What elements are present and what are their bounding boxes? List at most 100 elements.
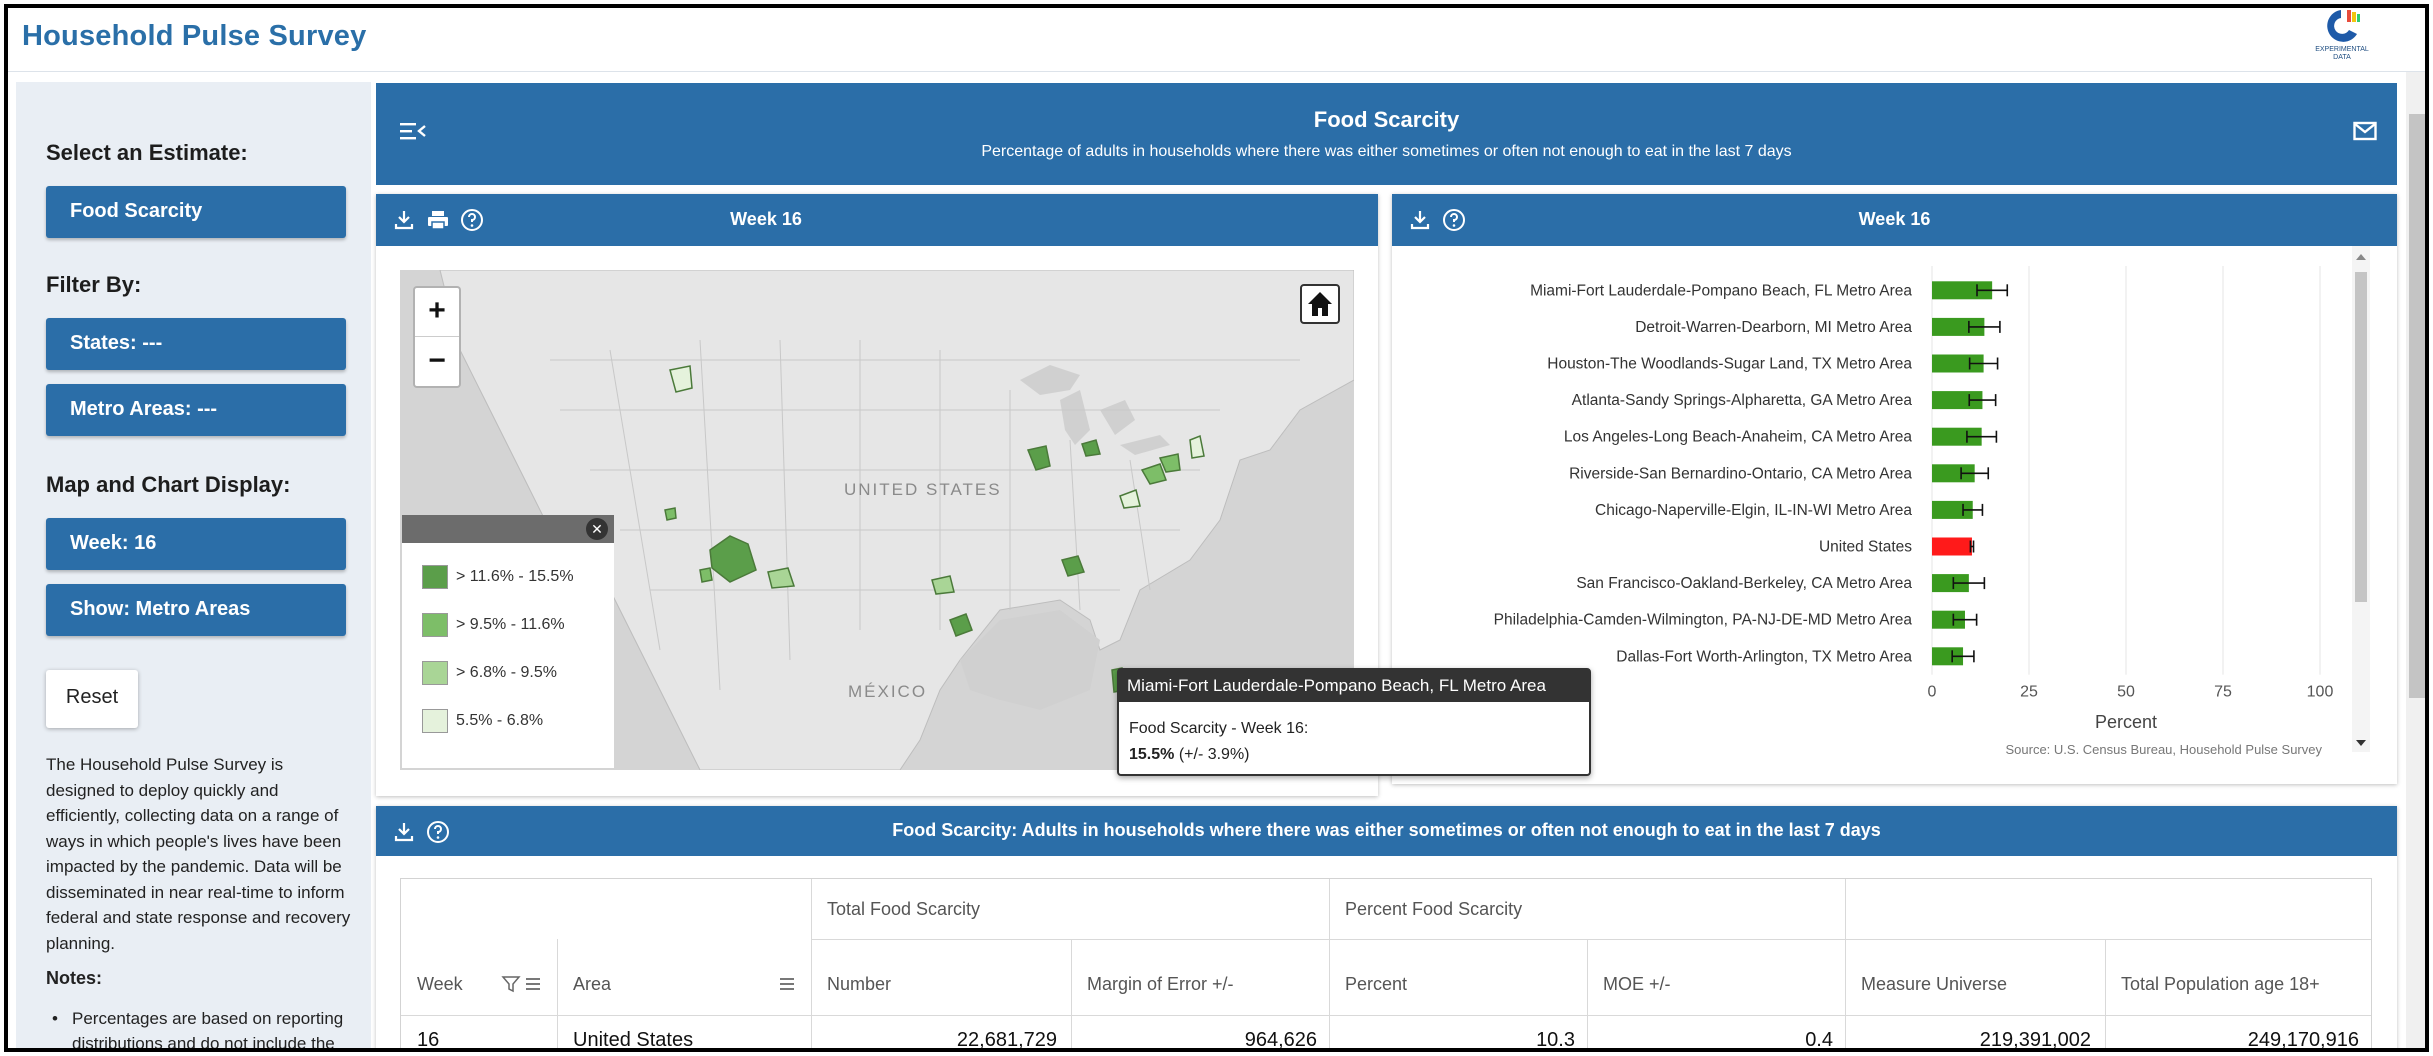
metro-areas-filter-button[interactable]: Metro Areas: --- <box>46 384 346 436</box>
column-header-percent[interactable]: Percent <box>1345 974 1407 995</box>
legend-swatch <box>422 613 448 637</box>
census-logo: EXPERIMENTAL DATA <box>2307 8 2377 64</box>
cell-percent: 10.3 <box>1536 1029 1575 1051</box>
cell-area: United States <box>573 1029 694 1051</box>
table-divider <box>557 939 558 1048</box>
cell-percent-moe: 0.4 <box>1805 1029 1833 1051</box>
page-scrollbar[interactable] <box>2406 72 2425 1048</box>
x-tick-label: 25 <box>2020 684 2038 701</box>
home-button[interactable] <box>1300 284 1340 324</box>
category-label: Detroit-Warren-Dearborn, MI Metro Area <box>1635 319 1912 336</box>
cell-moe: 964,626 <box>1244 1029 1317 1051</box>
legend-label: > 11.6% - 15.5% <box>456 568 574 585</box>
legend-close-icon[interactable]: ✕ <box>586 518 608 540</box>
map-panel-title: Week 16 <box>730 209 802 229</box>
x-tick-label: 100 <box>2307 684 2334 701</box>
category-label: Miami-Fort Lauderdale-Pompano Beach, FL … <box>1530 282 1912 299</box>
table-panel: Food Scarcity: Adults in households wher… <box>376 806 2397 1051</box>
group-header-percent: Percent Food Scarcity <box>1345 899 1523 919</box>
column-header-number[interactable]: Number <box>827 974 891 995</box>
chart-panel-title: Week 16 <box>1858 209 1931 229</box>
week-button[interactable]: Week: 16 <box>46 518 346 570</box>
filter-icon[interactable] <box>501 974 521 994</box>
cell-number: 22,681,729 <box>956 1029 1057 1051</box>
column-header-percent-moe[interactable]: MOE +/- <box>1603 974 1671 995</box>
banner-subtitle: Percentage of adults in households where… <box>981 143 1792 160</box>
legend-swatch <box>422 565 448 589</box>
category-label: Houston-The Woodlands-Sugar Land, TX Met… <box>1547 356 1912 373</box>
x-tick-label: 50 <box>2117 684 2135 701</box>
zoom-in-button[interactable]: + <box>415 288 459 337</box>
table-divider <box>1329 879 1330 1048</box>
estimate-button[interactable]: Food Scarcity <box>46 186 346 238</box>
app-window: Household Pulse Survey EXPERIMENTAL DATA… <box>4 4 2429 1052</box>
legend-label: > 9.5% - 11.6% <box>456 616 565 633</box>
census-logo-icon <box>2327 10 2360 42</box>
tooltip-header: Miami-Fort Lauderdale-Pompano Beach, FL … <box>1119 670 1589 702</box>
category-label: Atlanta-Sandy Springs-Alpharetta, GA Met… <box>1572 392 1913 409</box>
table-divider <box>811 879 812 1048</box>
map-tooltip: Miami-Fort Lauderdale-Pompano Beach, FL … <box>1117 668 1591 776</box>
bar <box>1932 537 1972 556</box>
app-header: Household Pulse Survey EXPERIMENTAL DATA <box>8 8 2425 72</box>
column-menu-icon[interactable] <box>777 974 797 994</box>
zoom-out-button[interactable]: − <box>415 338 459 387</box>
tooltip-value: 15.5% <box>1129 746 1175 763</box>
reset-button[interactable]: Reset <box>46 670 138 728</box>
zoom-control: + − <box>413 286 461 388</box>
app-title[interactable]: Household Pulse Survey <box>22 20 366 53</box>
legend-swatch <box>422 661 448 685</box>
table-divider <box>811 939 2371 940</box>
category-label: San Francisco-Oakland-Berkeley, CA Metro… <box>1576 575 1912 592</box>
map-label-united-states: UNITED STATES <box>844 480 1002 499</box>
estimate-banner: Food Scarcity Percentage of adults in ho… <box>376 83 2397 185</box>
x-tick-label: 75 <box>2214 684 2232 701</box>
filter-by-heading: Filter By: <box>46 272 142 297</box>
tooltip-moe: (+/- 3.9%) <box>1174 746 1250 763</box>
category-label: Chicago-Naperville-Elgin, IL-IN-WI Metro… <box>1595 502 1912 519</box>
column-header-measure-universe[interactable]: Measure Universe <box>1861 974 2007 995</box>
table-divider <box>1845 879 1846 1048</box>
about-text: The Household Pulse Survey is designed t… <box>46 755 351 953</box>
category-label: Philadelphia-Camden-Wilmington, PA-NJ-DE… <box>1494 612 1913 629</box>
map-label-mexico: MÉXICO <box>848 682 928 701</box>
group-header-total: Total Food Scarcity <box>827 899 981 919</box>
map-chart-display-heading: Map and Chart Display: <box>46 472 291 497</box>
column-header-week[interactable]: Week <box>417 974 463 995</box>
chart-scrollbar-thumb[interactable] <box>2355 272 2367 602</box>
chart-source: Source: U.S. Census Bureau, Household Pu… <box>2005 742 2322 757</box>
states-filter-button[interactable]: States: --- <box>46 318 346 370</box>
x-tick-label: 0 <box>1928 684 1937 701</box>
table-divider <box>1587 939 1588 1048</box>
map-panel-header: Week 16 <box>376 194 1378 246</box>
legend-swatch <box>422 709 448 733</box>
column-header-area[interactable]: Area <box>573 974 611 995</box>
show-button[interactable]: Show: Metro Areas <box>46 584 346 636</box>
map-legend: ✕ > 11.6% - 15.5% > 9.5% - 11.6% > 6.8% … <box>402 515 614 768</box>
legend-label: > 6.8% - 9.5% <box>456 664 557 681</box>
table-panel-title: Food Scarcity: Adults in households wher… <box>892 820 1881 840</box>
notes-title: Notes: <box>46 968 103 988</box>
scrollbar-thumb[interactable] <box>2409 114 2425 698</box>
legend-header: ✕ <box>402 515 614 543</box>
sidebar: Select an Estimate: Food Scarcity Filter… <box>16 82 371 1048</box>
table-panel-header: Food Scarcity: Adults in households wher… <box>376 806 2397 856</box>
category-label: Dallas-Fort Worth-Arlington, TX Metro Ar… <box>1616 648 1912 665</box>
data-table: Total Food Scarcity Percent Food Scarcit… <box>400 878 2372 1051</box>
column-header-moe[interactable]: Margin of Error +/- <box>1087 974 1234 995</box>
legend-label: 5.5% - 6.8% <box>456 712 544 729</box>
column-menu-icon[interactable] <box>523 974 543 994</box>
category-label: Los Angeles-Long Beach-Anaheim, CA Metro… <box>1564 429 1912 446</box>
banner-title: Food Scarcity <box>1313 107 1460 132</box>
logo-text: EXPERIMENTAL DATA <box>2315 46 2369 61</box>
tooltip-line: Food Scarcity - Week 16: <box>1129 720 1309 737</box>
tooltip-value-line: 15.5% (+/- 3.9%) <box>1129 746 1250 764</box>
category-label: Riverside-San Bernardino-Ontario, CA Met… <box>1569 465 1912 482</box>
cell-week: 16 <box>417 1029 440 1051</box>
x-axis-label: Percent <box>2095 712 2157 732</box>
column-header-total-population[interactable]: Total Population age 18+ <box>2121 974 2320 995</box>
table-divider <box>1071 939 1072 1048</box>
table-divider <box>401 1015 2371 1016</box>
mail-icon[interactable] <box>2353 121 2377 141</box>
cell-total-population: 249,170,916 <box>2247 1029 2359 1051</box>
